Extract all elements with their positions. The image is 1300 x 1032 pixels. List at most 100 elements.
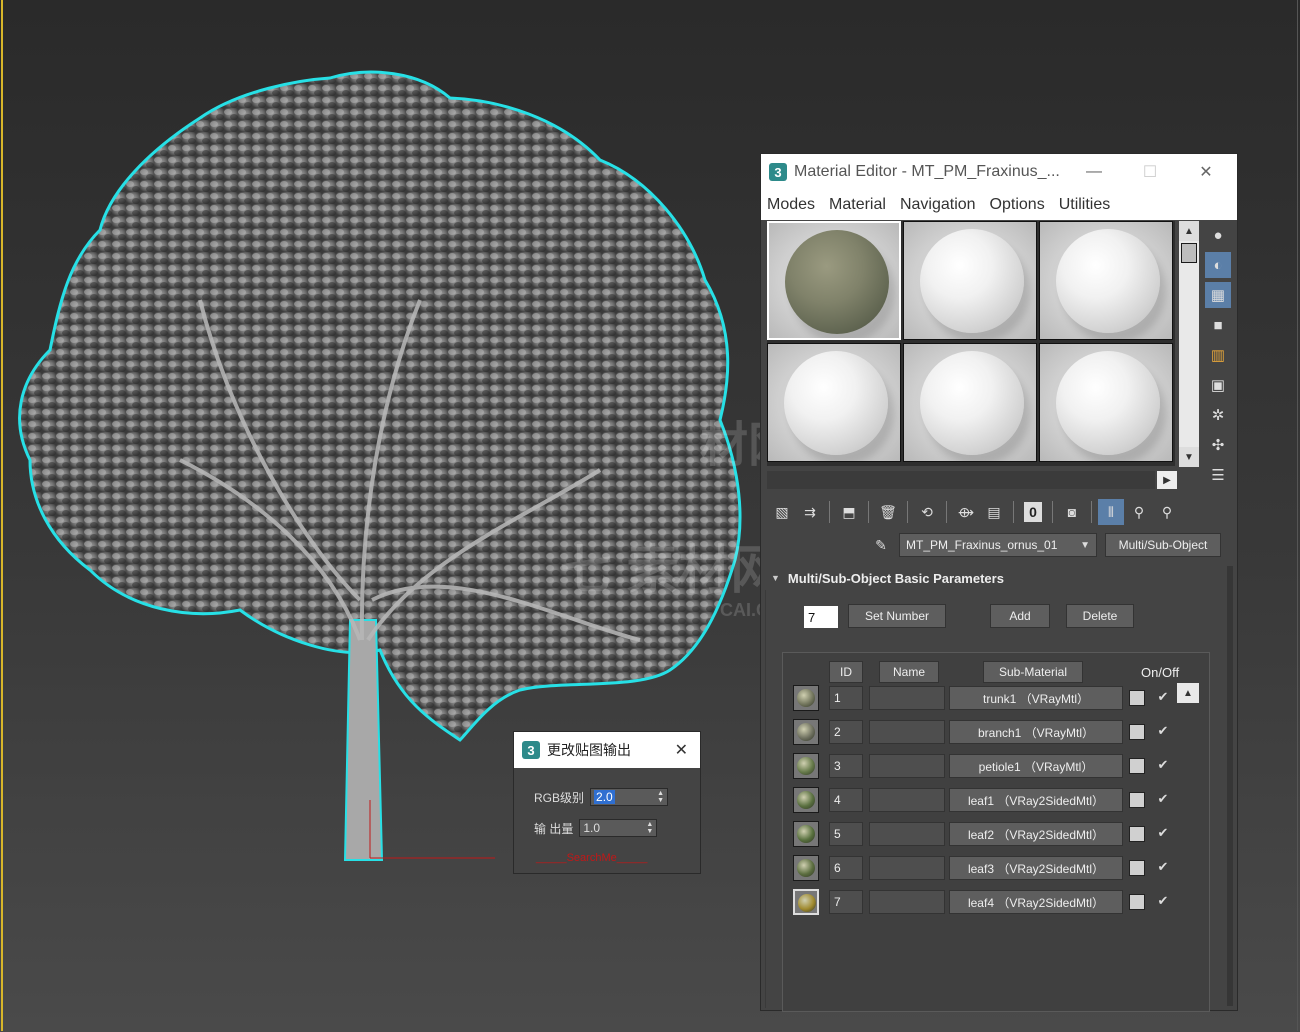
submaterial-id-field[interactable]: 6 [829, 856, 863, 880]
slots-vertical-scrollbar[interactable]: ▲ ▼ [1179, 221, 1199, 467]
go-forward-sibling-icon[interactable]: ⚲ [1154, 499, 1180, 525]
submaterial-button[interactable]: leaf1 （VRay2SidedMtl） [949, 788, 1123, 812]
submaterial-button[interactable]: leaf2 （VRay2SidedMtl） [949, 822, 1123, 846]
save-icon[interactable]: ▤ [981, 499, 1007, 525]
material-map-navigator-icon[interactable]: ☰ [1205, 462, 1231, 488]
submaterial-button[interactable]: leaf4 （VRay2SidedMtl） [949, 890, 1123, 914]
submaterial-thumbnail[interactable] [793, 753, 819, 779]
rgb-level-spinner[interactable]: 2.0 ▲ ▼ [590, 788, 669, 806]
scroll-right-icon[interactable]: ▶ [1157, 471, 1177, 489]
submaterial-enabled-checkbox[interactable]: ✔ [1155, 859, 1171, 875]
submaterial-name-field[interactable] [869, 890, 945, 914]
rgb-level-value[interactable]: 2.0 [594, 790, 615, 804]
submaterial-id-field[interactable]: 2 [829, 720, 863, 744]
output-amount-spinner[interactable]: 1.0 ▲ ▼ [579, 819, 658, 837]
submaterial-row[interactable]: 2 branch1 （VRayMtl） ✔ [783, 717, 1193, 747]
submaterial-button[interactable]: leaf3 （VRay2SidedMtl） [949, 856, 1123, 880]
submaterial-row[interactable]: 7 leaf4 （VRay2SidedMtl） ✔ [783, 887, 1193, 917]
submaterial-button[interactable]: trunk1 （VRayMtl） [949, 686, 1123, 710]
assign-to-selection-icon[interactable]: ⬒ [836, 499, 862, 525]
submaterial-row[interactable]: 5 leaf2 （VRay2SidedMtl） ✔ [783, 819, 1193, 849]
search-link[interactable]: _____SearchMe_____ [536, 852, 647, 864]
submaterial-color-swatch[interactable] [1129, 690, 1145, 706]
submaterial-color-swatch[interactable] [1129, 894, 1145, 910]
submaterial-row[interactable]: 4 leaf1 （VRay2SidedMtl） ✔ [783, 785, 1193, 815]
submaterial-color-swatch[interactable] [1129, 826, 1145, 842]
submaterial-thumbnail[interactable] [793, 787, 819, 813]
material-editor-window[interactable]: 3 Material Editor - MT_PM_Fraxinus_... —… [760, 153, 1238, 1012]
submaterial-thumbnail[interactable] [793, 719, 819, 745]
checker-background-icon[interactable]: ▦ [1205, 282, 1231, 308]
go-to-parent-icon[interactable]: ⚲ [1126, 499, 1152, 525]
sample-slot-3[interactable] [1039, 221, 1173, 340]
sample-slot-6[interactable] [1039, 343, 1173, 462]
reset-map-icon[interactable]: 🗑 [875, 499, 901, 525]
submaterial-color-swatch[interactable] [1129, 758, 1145, 774]
submaterial-name-field[interactable] [869, 686, 945, 710]
show-end-result-icon[interactable]: ⫴ [1098, 499, 1124, 525]
make-preview-icon[interactable]: ▣ [1205, 372, 1231, 398]
submaterial-enabled-checkbox[interactable]: ✔ [1155, 791, 1171, 807]
put-to-scene-icon[interactable]: ⇉ [797, 499, 823, 525]
submaterial-name-field[interactable] [869, 856, 945, 880]
title-bar[interactable]: 3 Material Editor - MT_PM_Fraxinus_... —… [761, 154, 1237, 190]
name-column-header[interactable]: Name [879, 661, 939, 683]
material-type-button[interactable]: Multi/Sub-Object [1105, 533, 1221, 557]
close-icon[interactable]: ✕ [675, 740, 688, 760]
scroll-down-icon[interactable]: ▼ [1179, 447, 1199, 467]
menu-utilities[interactable]: Utilities [1059, 196, 1111, 214]
slots-horizontal-scrollbar[interactable] [767, 471, 1155, 489]
submaterial-enabled-checkbox[interactable]: ✔ [1155, 723, 1171, 739]
submaterial-button[interactable]: branch1 （VRayMtl） [949, 720, 1123, 744]
submaterial-color-swatch[interactable] [1129, 860, 1145, 876]
submaterial-enabled-checkbox[interactable]: ✔ [1155, 689, 1171, 705]
submaterial-name-field[interactable] [869, 754, 945, 778]
menu-modes[interactable]: Modes [767, 196, 815, 214]
sample-slot-2[interactable] [903, 221, 1037, 340]
change-map-output-dialog[interactable]: 3 更改贴图输出 ✕ RGB级别 2.0 ▲ ▼ 输 出量 1.0 ▲ ▼ ____… [513, 731, 701, 874]
sample-uv-tiling-icon[interactable]: ■ [1205, 312, 1231, 338]
scroll-up-icon[interactable]: ▲ [1179, 221, 1199, 241]
submaterial-id-field[interactable]: 4 [829, 788, 863, 812]
number-of-submaterials-field[interactable]: 7 [804, 606, 838, 628]
panel-scrollbar[interactable] [1227, 566, 1233, 1006]
put-to-library-icon[interactable]: ⟴ [953, 499, 979, 525]
sample-type-sphere-icon[interactable]: ● [1205, 222, 1231, 248]
spinner-arrows-icon[interactable]: ▲ ▼ [646, 821, 653, 835]
material-name-field[interactable]: MT_PM_Fraxinus_ornus_01 ▼ [899, 533, 1097, 557]
collapse-triangle-icon[interactable]: ▼ [771, 573, 780, 583]
eyedropper-icon[interactable]: ✎ [871, 535, 891, 555]
submaterial-column-header[interactable]: Sub-Material [983, 661, 1083, 683]
submaterial-id-field[interactable]: 7 [829, 890, 863, 914]
submaterial-button[interactable]: petiole1 （VRayMtl） [949, 754, 1123, 778]
output-amount-value[interactable]: 1.0 [583, 821, 600, 835]
dialog-title-bar[interactable]: 3 更改贴图输出 ✕ [514, 732, 700, 768]
submaterial-name-field[interactable] [869, 720, 945, 744]
submaterial-row[interactable]: 3 petiole1 （VRayMtl） ✔ [783, 751, 1193, 781]
make-unique-icon[interactable]: ⟲ [914, 499, 940, 525]
submaterial-enabled-checkbox[interactable]: ✔ [1155, 825, 1171, 841]
scroll-thumb[interactable] [1181, 243, 1197, 263]
sample-slot-5[interactable] [903, 343, 1037, 462]
set-number-button[interactable]: Set Number [848, 604, 946, 628]
get-material-icon[interactable]: ▧ [769, 499, 795, 525]
submaterial-thumbnail[interactable] [793, 889, 819, 915]
material-id-channel-icon[interactable]: 0 [1024, 502, 1042, 522]
submaterial-color-swatch[interactable] [1129, 792, 1145, 808]
minimize-button[interactable]: — [1071, 154, 1117, 190]
submaterial-name-field[interactable] [869, 822, 945, 846]
maximize-button[interactable]: ☐ [1127, 154, 1173, 190]
menu-options[interactable]: Options [990, 196, 1045, 214]
submaterial-id-field[interactable]: 5 [829, 822, 863, 846]
menu-navigation[interactable]: Navigation [900, 196, 976, 214]
submaterial-thumbnail[interactable] [793, 685, 819, 711]
spinner-arrows-icon[interactable]: ▲ ▼ [657, 790, 664, 804]
dropdown-arrow-icon[interactable]: ▼ [1080, 540, 1090, 551]
add-button[interactable]: Add [990, 604, 1050, 628]
sample-slot-4[interactable] [767, 343, 901, 462]
video-color-check-icon[interactable]: ▥ [1205, 342, 1231, 368]
delete-button[interactable]: Delete [1066, 604, 1134, 628]
select-by-material-icon[interactable]: ✣ [1205, 432, 1231, 458]
submaterial-thumbnail[interactable] [793, 821, 819, 847]
show-shaded-icon[interactable]: ◙ [1059, 499, 1085, 525]
